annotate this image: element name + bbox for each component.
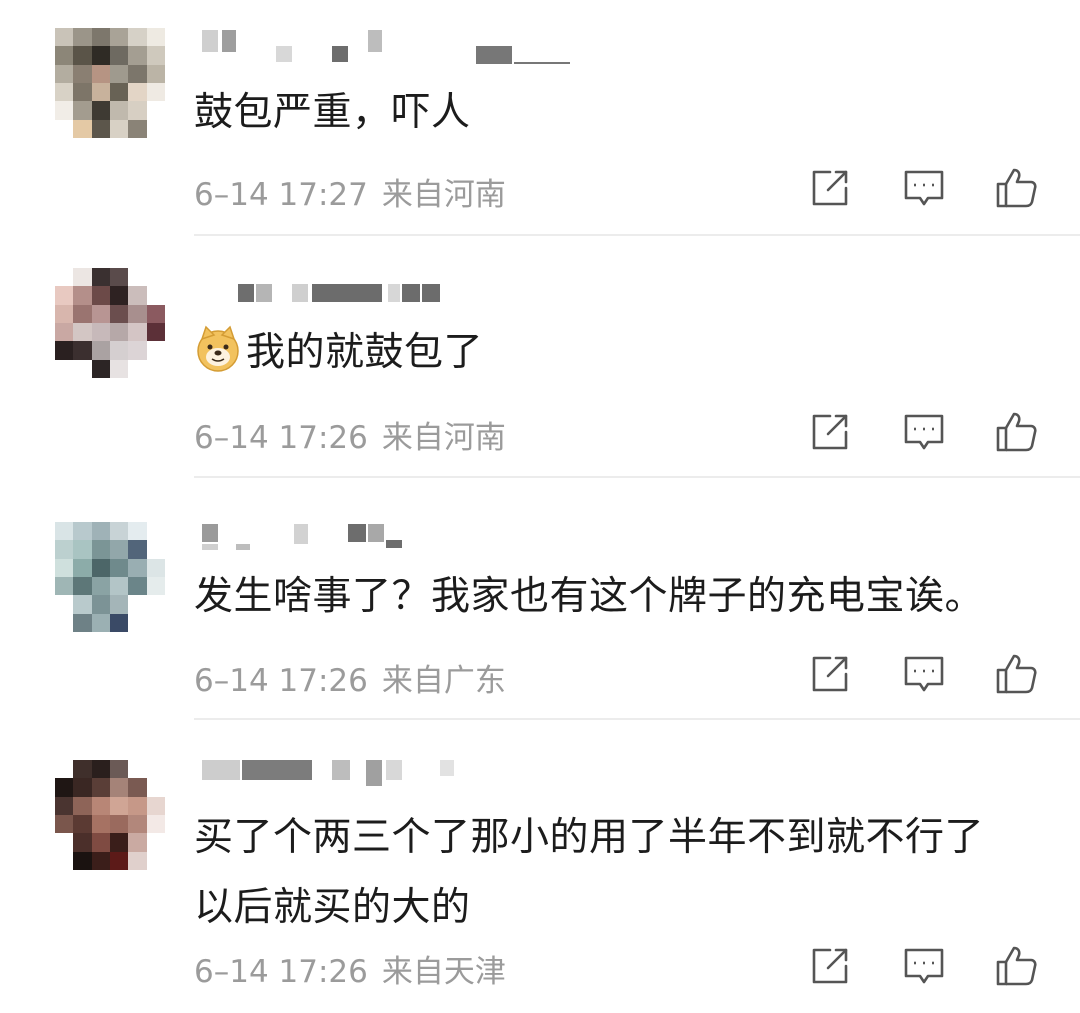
comment-meta: 6–14 17:27 来自河南 (194, 169, 506, 214)
comment-text-content: 我的就鼓包了 (246, 330, 484, 375)
username-redacted[interactable] (196, 760, 496, 786)
doge-emoji (197, 325, 239, 372)
username-redacted[interactable] (196, 524, 436, 550)
divider (194, 476, 1080, 478)
reply-icon[interactable] (902, 944, 946, 988)
action-bar (808, 652, 1044, 696)
action-bar (808, 166, 1044, 210)
reply-icon[interactable] (902, 166, 946, 210)
comment-text-line: 以后就买的大的 (194, 885, 471, 930)
comment-location: 来自河南 (381, 177, 506, 213)
reply-icon[interactable] (902, 410, 946, 454)
avatar[interactable] (55, 760, 165, 870)
share-icon[interactable] (808, 166, 852, 210)
comment-date: 6–14 17:26 (194, 663, 368, 699)
comment-text: 我的就鼓包了 (194, 318, 483, 388)
comment-meta: 6–14 17:26 来自河南 (194, 412, 506, 457)
comment-text: 发生啥事了？我家也有这个牌子的充电宝诶。 (194, 574, 985, 619)
share-icon[interactable] (808, 944, 852, 988)
share-icon[interactable] (808, 652, 852, 696)
avatar[interactable] (55, 28, 165, 138)
comment-location: 来自天津 (381, 954, 506, 990)
comment-text: 鼓包严重，吓人 (194, 90, 471, 135)
username-redacted[interactable] (196, 284, 456, 310)
action-bar (808, 944, 1044, 988)
like-icon[interactable] (994, 410, 1038, 454)
comment-text-line: 买了个两三个了那小的用了半年不到就不行了 (194, 815, 985, 860)
divider (194, 718, 1080, 720)
like-icon[interactable] (994, 944, 1038, 988)
divider (194, 234, 1080, 236)
avatar[interactable] (55, 268, 165, 378)
comment-location: 来自广东 (381, 663, 506, 699)
like-icon[interactable] (994, 166, 1038, 210)
like-icon[interactable] (994, 652, 1038, 696)
share-icon[interactable] (808, 410, 852, 454)
username-redacted[interactable] (196, 30, 576, 64)
comment-date: 6–14 17:27 (194, 177, 368, 213)
action-bar (808, 410, 1044, 454)
comment-meta: 6–14 17:26 来自广东 (194, 655, 506, 700)
comment-location: 来自河南 (381, 420, 506, 456)
comment-text: 买了个两三个了那小的用了半年不到就不行了 以后就买的大的 (194, 803, 984, 943)
comment-date: 6–14 17:26 (194, 420, 368, 456)
avatar[interactable] (55, 522, 165, 632)
comment-date: 6–14 17:26 (194, 954, 368, 990)
reply-icon[interactable] (902, 652, 946, 696)
comment-meta: 6–14 17:26 来自天津 (194, 946, 506, 991)
